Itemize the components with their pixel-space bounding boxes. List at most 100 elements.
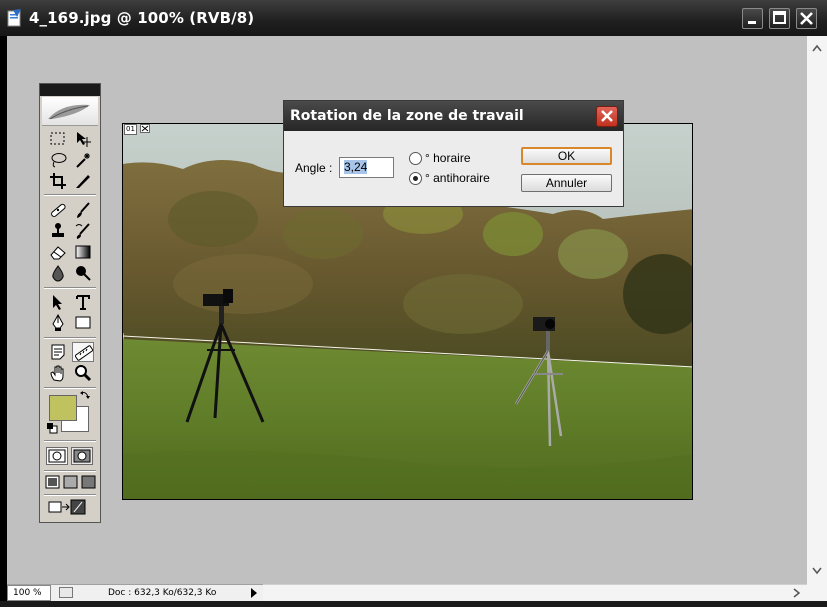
jump-to-imageready-button[interactable] [47, 498, 93, 518]
close-button[interactable] [796, 8, 817, 29]
full-screen-menu-icon [63, 475, 78, 489]
window-title: 4_169.jpg @ 100% (RVB/8) [29, 9, 255, 27]
tools-panel [39, 83, 101, 523]
feather-logo[interactable] [42, 97, 98, 126]
document-size: Doc : 632,3 Ko/632,3 Ko [108, 588, 217, 598]
status-info-icon[interactable] [59, 587, 73, 598]
tool-rectangle-shape[interactable] [72, 313, 94, 333]
zoom-field[interactable]: 100 % [7, 585, 51, 601]
tool-dodge[interactable] [72, 263, 94, 283]
cancel-button[interactable]: Annuler [521, 174, 612, 192]
screen-mode-full-button[interactable] [81, 474, 98, 491]
gradient-icon [75, 245, 91, 259]
move-icon [77, 132, 91, 147]
minimize-button[interactable] [742, 8, 763, 29]
crop-icon [50, 173, 66, 189]
vertical-scrollbar[interactable] [807, 36, 827, 584]
tool-path-selection[interactable] [47, 292, 69, 312]
brush-icon [77, 202, 90, 218]
counterclockwise-radio[interactable] [409, 172, 422, 185]
tool-history-brush[interactable] [72, 221, 94, 241]
cross-mark-icon [141, 125, 149, 132]
tool-clone-stamp[interactable] [47, 221, 69, 241]
notes-icon [51, 344, 65, 360]
tool-gradient[interactable] [72, 242, 94, 262]
layer-number-badge: 01 [124, 124, 137, 135]
zoom-icon [75, 365, 92, 382]
default-colors-icon[interactable] [46, 422, 58, 434]
foreground-color-swatch[interactable] [49, 395, 77, 421]
imageready-icon [48, 499, 86, 515]
history-brush-icon [75, 223, 90, 239]
rectangle-shape-icon [75, 316, 91, 329]
clone-stamp-icon [52, 223, 64, 237]
dialog-body: Angle : 3,24 ° horaire ° antihoraire OK … [284, 131, 623, 206]
screen-mode-standard-button[interactable] [45, 474, 62, 491]
scroll-up-icon[interactable] [807, 40, 827, 56]
rectangular-marquee-icon [50, 132, 65, 145]
blur-icon [52, 265, 64, 282]
tools-separator [44, 440, 96, 442]
tool-move[interactable] [72, 129, 94, 149]
maximize-button[interactable] [769, 8, 790, 29]
ok-button[interactable]: OK [521, 147, 612, 165]
rotate-canvas-dialog: Rotation de la zone de travail Angle : 3… [283, 100, 624, 207]
tools-separator [44, 337, 96, 339]
standard-screen-icon [45, 475, 60, 489]
tool-rectangular-marquee[interactable] [47, 129, 69, 149]
feather-icon [48, 104, 90, 120]
maximize-icon [773, 11, 786, 24]
standard-mode-icon [48, 449, 66, 463]
slice-icon [76, 175, 90, 188]
dialog-title: Rotation de la zone de travail [290, 108, 524, 124]
close-icon [601, 110, 613, 122]
magic-wand-icon [76, 153, 90, 168]
quick-mask-button[interactable] [71, 447, 93, 465]
path-selection-icon [53, 295, 62, 310]
tool-blur[interactable] [47, 263, 69, 283]
tool-hand[interactable] [47, 363, 69, 383]
dialog-close-button[interactable] [596, 106, 618, 127]
dialog-titlebar[interactable]: Rotation de la zone de travail [284, 101, 623, 131]
scroll-right-icon[interactable] [789, 586, 805, 600]
layer-mark-badge [140, 124, 150, 133]
tool-notes[interactable] [47, 342, 69, 362]
tools-separator [44, 287, 96, 289]
screen-mode-full-menu-button[interactable] [63, 474, 80, 491]
tool-crop[interactable] [47, 171, 69, 191]
standard-mode-button[interactable] [46, 447, 68, 465]
document-icon [7, 9, 21, 27]
clockwise-label: ° horaire [425, 151, 471, 165]
tool-measure[interactable] [72, 342, 94, 362]
tool-magic-wand[interactable] [72, 150, 94, 170]
counterclockwise-label: ° antihoraire [425, 171, 490, 185]
tool-brush[interactable] [72, 200, 94, 220]
horizontal-scrollbar[interactable] [263, 584, 807, 601]
eraser-icon [50, 246, 66, 260]
tool-pen[interactable] [47, 313, 69, 333]
scroll-down-icon[interactable] [807, 563, 827, 579]
pen-icon [52, 314, 64, 331]
tool-zoom[interactable] [72, 363, 94, 383]
clockwise-radio[interactable] [409, 152, 422, 165]
lasso-icon [51, 153, 67, 168]
tool-eraser[interactable] [47, 242, 69, 262]
quick-mask-icon [73, 449, 91, 463]
close-icon [800, 12, 813, 25]
swap-colors-icon[interactable] [79, 389, 91, 401]
status-bar: 100 % Doc : 632,3 Ko/632,3 Ko [7, 584, 263, 601]
tools-separator [44, 494, 96, 496]
type-icon [76, 295, 90, 310]
window-titlebar: 4_169.jpg @ 100% (RVB/8) [0, 0, 827, 36]
status-menu-arrow-icon[interactable] [251, 588, 257, 598]
dodge-icon [76, 266, 91, 281]
scrollbar-corner [807, 584, 827, 601]
angle-value: 3,24 [344, 160, 368, 174]
tool-slice[interactable] [72, 171, 94, 191]
tool-healing-brush[interactable] [47, 200, 69, 220]
tool-lasso[interactable] [47, 150, 69, 170]
tools-separator [44, 194, 96, 196]
angle-input[interactable]: 3,24 [339, 157, 394, 178]
tools-panel-header[interactable] [40, 84, 100, 96]
tool-type[interactable] [72, 292, 94, 312]
